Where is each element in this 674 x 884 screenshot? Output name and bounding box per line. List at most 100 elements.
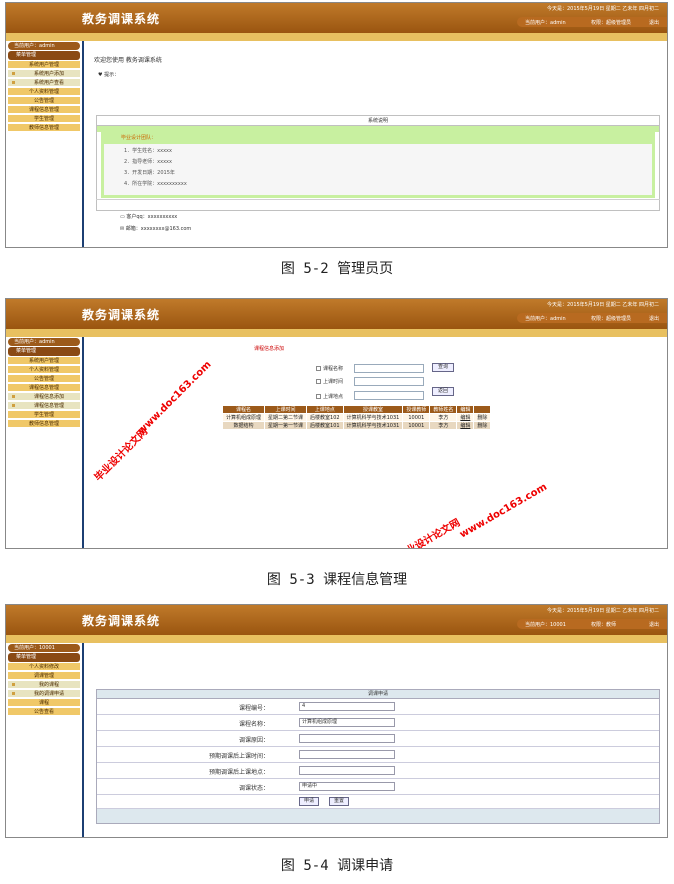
back-button[interactable]: 返回: [432, 387, 454, 396]
sidebar-item[interactable]: 学生管理: [8, 411, 80, 419]
cell: 计算机科学与技术1031: [342, 421, 404, 430]
sidebar-item[interactable]: 系统用户添加: [8, 70, 80, 78]
role-label: 权限：超级管理员: [591, 20, 632, 26]
header-bar: 教务调课系统 今天是：2015年5月19日 星期二 乙未年 四月初二 当前用户：…: [6, 3, 667, 33]
course-name-input[interactable]: [354, 364, 424, 373]
cell: 10001: [402, 413, 431, 422]
sidebar-item[interactable]: 课程信息管理: [8, 402, 80, 410]
new-place-field[interactable]: [299, 766, 395, 775]
sidebar: 当前用户：10001 菜单管理 个人资料修改 调课管理 我的课程 我的调课申请 …: [6, 643, 82, 837]
col-header: 编辑: [456, 405, 475, 414]
mail-icon: ✉: [120, 226, 125, 232]
sidebar-item[interactable]: 课程: [8, 699, 80, 707]
field-label: 预期调课后上课时间：: [208, 753, 269, 760]
sidebar-item[interactable]: 课程信息管理: [8, 384, 80, 392]
breadcrumb: 课程信息添加: [254, 346, 285, 352]
sidebar-item[interactable]: 我的课程: [8, 681, 80, 689]
logout-link[interactable]: 退出: [649, 315, 659, 322]
field-label: 课程名称：: [238, 721, 269, 728]
design-item: 2．指导老师：xxxxx: [124, 159, 172, 165]
adjust-request-form: 调课申请 课程编号： 4 课程名称： 计算机组成原理 调课原因： 预期调课后上课…: [96, 689, 660, 824]
divider: [82, 337, 84, 548]
col-header: 授课教室: [342, 405, 404, 414]
sidebar-section-menu[interactable]: 菜单管理: [8, 347, 80, 356]
logout-link[interactable]: 退出: [649, 621, 659, 628]
sidebar-item[interactable]: 个人资料管理: [8, 366, 80, 374]
app-title: 教务调课系统: [82, 308, 161, 322]
system-info-title: 系统说明: [97, 116, 659, 126]
screenshot-admin: 教务调课系统 今天是：2015年5月19日 星期二 乙未年 四月初二 当前用户：…: [5, 2, 668, 248]
sidebar-item[interactable]: 教师信息管理: [8, 124, 80, 132]
sidebar-item[interactable]: 公告查看: [8, 708, 80, 716]
sidebar-item[interactable]: 个人资料管理: [8, 88, 80, 96]
qq-info: ▭ 客户qq：xxxxxxxxxx: [120, 214, 178, 220]
sidebar-item[interactable]: 系统用户查看: [8, 79, 80, 87]
sidebar-section-menu[interactable]: 菜单管理: [8, 51, 80, 60]
main-content: 课程信息添加 课程名称 查询 上课时间 上课地点 返回 课程名 上课时间 上课地…: [86, 339, 664, 546]
form-row: 预期调课后上课地点：: [97, 763, 659, 779]
divider: [82, 643, 84, 837]
edit-link[interactable]: 编辑: [456, 413, 475, 422]
design-item: 3．开发日期：2015年: [124, 170, 175, 176]
sidebar-item[interactable]: 系统用户管理: [8, 61, 80, 69]
time-checkbox[interactable]: [316, 379, 321, 384]
sidebar-item[interactable]: 教师信息管理: [8, 420, 80, 428]
app-title: 教务调课系统: [82, 614, 161, 628]
name-checkbox[interactable]: [316, 366, 321, 371]
sidebar-item[interactable]: 个人资料修改: [8, 663, 80, 671]
cell: 10001: [402, 421, 431, 430]
design-team-list: 1．学生姓名：xxxxx 2．指导老师：xxxxx 3．开发日期：2015年 4…: [101, 144, 655, 198]
class-place-input[interactable]: [354, 391, 424, 400]
sub-bar: [6, 635, 667, 643]
date-line: 今天是：2015年5月19日 星期二 乙未年 四月初二: [546, 302, 659, 308]
cell: 后楼教室102: [306, 413, 344, 422]
current-user: 当前用户：admin: [8, 42, 80, 50]
sidebar-item[interactable]: 课程信息添加: [8, 393, 80, 401]
caption-5-3: 图 5-3 课程信息管理: [266, 572, 408, 588]
cell: 后楼教室101: [306, 421, 344, 430]
delete-link[interactable]: 删除: [473, 421, 492, 430]
tip-icon: ♥: [98, 72, 103, 78]
new-time-field[interactable]: [299, 750, 395, 759]
sidebar-item[interactable]: 公告管理: [8, 97, 80, 105]
status-field[interactable]: 申请中: [299, 782, 395, 791]
sidebar-item[interactable]: 公告管理: [8, 375, 80, 383]
sidebar-item[interactable]: 我的调课申请: [8, 690, 80, 698]
header-bar: 教务调课系统 今天是：2015年5月19日 星期二 乙未年 四月初二 当前用户：…: [6, 605, 667, 635]
cell: 李方: [429, 413, 458, 422]
role-label: 权限：超级管理员: [591, 316, 632, 322]
course-table: 课程名 上课时间 上课地点 授课教室 授课教师 教师姓名 编辑 计算机组成原理 …: [221, 405, 492, 430]
reset-button[interactable]: 重置: [329, 797, 349, 806]
date-line: 今天是：2015年5月19日 星期二 乙未年 四月初二: [546, 608, 659, 614]
system-info-panel: 系统说明 毕业设计团队： 1．学生姓名：xxxxx 2．指导老师：xxxxx 3…: [96, 115, 660, 211]
sidebar-item[interactable]: 系统用户管理: [8, 357, 80, 365]
col-header: [473, 405, 492, 414]
current-user: 当前用户：10001: [8, 644, 80, 652]
caption-5-2: 图 5-2 管理员页: [280, 261, 394, 277]
user-label: 当前用户：10001: [525, 622, 566, 628]
design-item: 4．所在学院：xxxxxxxxxx: [124, 181, 187, 187]
course-name-field[interactable]: 计算机组成原理: [299, 718, 395, 727]
course-id-field[interactable]: 4: [299, 702, 395, 711]
header-bar: 教务调课系统 今天是：2015年5月19日 星期二 乙未年 四月初二 当前用户：…: [6, 299, 667, 329]
cell: 计算机科学与技术1031: [342, 413, 404, 422]
search-name-row: 课程名称: [316, 365, 343, 372]
sidebar-section-menu[interactable]: 菜单管理: [8, 653, 80, 662]
field-label: 预期调课后上课地点：: [208, 769, 269, 776]
class-time-input[interactable]: [354, 377, 424, 386]
place-checkbox[interactable]: [316, 394, 321, 399]
sidebar-item[interactable]: 调课管理: [8, 672, 80, 680]
field-label: 调课原因：: [238, 737, 269, 744]
query-button[interactable]: 查询: [432, 363, 454, 372]
field-label: 调课状态：: [238, 785, 269, 792]
sidebar-item[interactable]: 学生管理: [8, 115, 80, 123]
col-header: 上课时间: [264, 405, 308, 414]
sidebar-item[interactable]: 课程信息管理: [8, 106, 80, 114]
submit-button[interactable]: 申请: [299, 797, 319, 806]
reason-field[interactable]: [299, 734, 395, 743]
table-row: 计算机组成原理 星期二第二节课 后楼教室102 计算机科学与技术1031 100…: [221, 413, 492, 422]
edit-link[interactable]: 编辑: [456, 421, 475, 430]
delete-link[interactable]: 删除: [473, 413, 492, 422]
form-footer: [97, 809, 659, 823]
logout-link[interactable]: 退出: [649, 19, 659, 26]
